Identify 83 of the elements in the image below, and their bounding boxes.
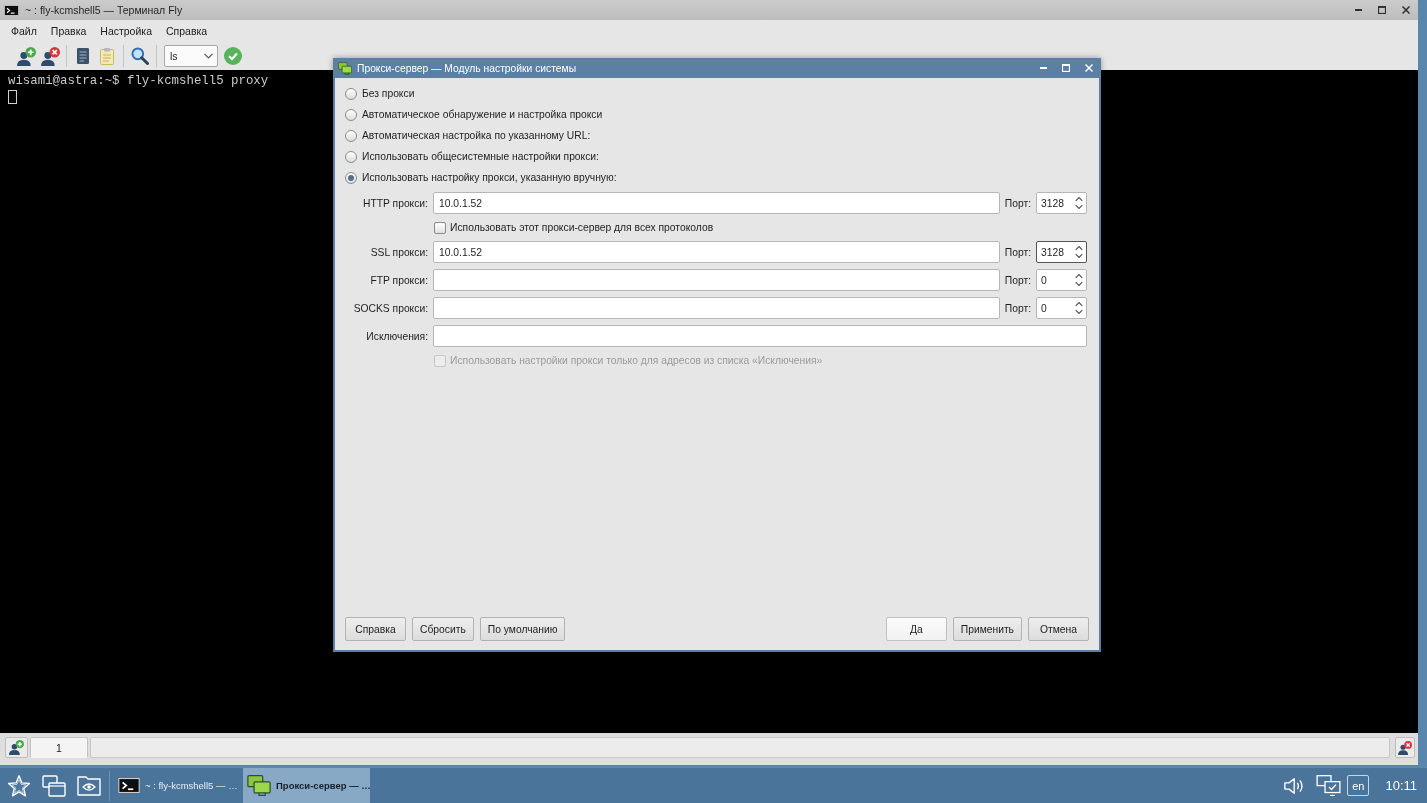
close-tab-button[interactable]: [1395, 737, 1415, 758]
radio-button[interactable]: [345, 129, 357, 142]
menu-item[interactable]: Настройка: [93, 22, 159, 40]
radio-button[interactable]: [345, 150, 357, 163]
proxy-address-field[interactable]: 10.0.1.52: [433, 192, 1000, 214]
person-remove-icon: [1398, 740, 1412, 755]
checkbox-label[interactable]: Использовать этот прокси-сервер для всех протоколов: [450, 222, 714, 233]
monitors-icon: [247, 775, 271, 796]
port-spinbox[interactable]: 0: [1036, 297, 1087, 319]
port-label: Порт:: [1004, 302, 1031, 314]
person-plus-icon: [9, 740, 24, 755]
dialog-button[interactable]: Справка: [345, 617, 406, 641]
taskbar-task[interactable]: Прокси-сервер — …: [243, 768, 370, 803]
new-session-button[interactable]: [15, 44, 37, 68]
spin-arrows-icon: [1075, 274, 1083, 286]
dialog-button[interactable]: Да: [885, 617, 947, 641]
port-label: Порт:: [1004, 197, 1031, 209]
close-session-button[interactable]: [39, 44, 61, 68]
port-spinbox[interactable]: 3128: [1036, 192, 1087, 214]
field-label: HTTP прокси:: [363, 197, 428, 209]
menu-item[interactable]: Правка: [43, 22, 94, 40]
cursor-icon: [8, 90, 17, 104]
dialog-button[interactable]: Отмена: [1028, 617, 1089, 641]
menu-item[interactable]: Файл: [4, 22, 44, 40]
person-remove-icon: [40, 46, 60, 66]
minimize-icon: [1354, 9, 1362, 11]
confirm-icon: [224, 47, 242, 65]
taskbar-task[interactable]: ~ : fly-kcmshell5 — …: [114, 768, 241, 803]
dialog-title: Прокси-сервер — Модуль настройки системы: [357, 62, 578, 74]
field-label: Исключения:: [366, 330, 428, 342]
search-icon: [131, 47, 149, 65]
radio-label[interactable]: Без прокси: [362, 88, 415, 99]
port-spinbox[interactable]: 3128: [1036, 241, 1087, 263]
spin-arrows-icon: [1075, 246, 1083, 258]
spin-arrows-icon: [1075, 302, 1083, 314]
radio-button[interactable]: [345, 87, 357, 100]
radio-label[interactable]: Автоматическая настройка по указанному URL:: [362, 130, 591, 141]
terminal-line: wisami@astra:~$ fly-kcmshell5 proxy: [8, 74, 269, 89]
port-spinbox[interactable]: 0: [1036, 269, 1087, 291]
minimize-icon: [1039, 67, 1047, 69]
port-label: Порт:: [1004, 274, 1031, 286]
windows-icon: [42, 774, 66, 797]
field-label: FTP прокси:: [370, 274, 428, 286]
monitors-icon: [338, 61, 352, 75]
radio-button[interactable]: [345, 171, 357, 184]
field-label: SSL прокси:: [370, 246, 428, 258]
run-button[interactable]: [222, 44, 244, 68]
checkbox[interactable]: [434, 221, 446, 234]
person-plus-icon: [16, 46, 36, 66]
window-title: ~ : fly-kcmshell5 — Терминал Fly: [25, 4, 184, 16]
exceptions-field[interactable]: [433, 325, 1087, 347]
proxy-address-field[interactable]: [433, 269, 1000, 291]
terminal-icon: [118, 778, 140, 793]
radio-label[interactable]: Использовать общесистемные настройки прокси:: [362, 151, 599, 162]
dialog-button[interactable]: Применить: [952, 617, 1022, 641]
field-label: SOCKS прокси:: [353, 302, 428, 314]
radio-label[interactable]: Использовать настройку прокси, указанную вручную:: [362, 172, 617, 183]
chevron-down-icon: [204, 53, 213, 59]
maximize-icon: [1062, 64, 1070, 72]
speaker-icon: [1284, 777, 1305, 794]
dialog-button[interactable]: По умолчанию: [479, 617, 566, 641]
paste-icon: [100, 47, 114, 65]
menu-item[interactable]: Справка: [159, 22, 215, 40]
new-tab-button[interactable]: [5, 737, 28, 758]
clock: 10:11: [1385, 778, 1417, 793]
radio-button[interactable]: [345, 108, 357, 121]
proxy-address-field[interactable]: 10.0.1.52: [433, 241, 1000, 263]
language-indicator[interactable]: en: [1347, 775, 1370, 796]
command-combo[interactable]: ls: [164, 45, 218, 67]
spin-arrows-icon: [1075, 197, 1083, 209]
port-label: Порт:: [1004, 246, 1031, 258]
copy-icon: [77, 48, 89, 64]
close-icon: [1085, 64, 1093, 72]
star-icon: [8, 774, 30, 797]
radio-label[interactable]: Автоматическое обнаружение и настройка прокси: [362, 109, 603, 120]
proxy-address-field[interactable]: [433, 297, 1000, 319]
terminal-icon: [4, 4, 19, 16]
session-tab[interactable]: 1: [30, 737, 88, 758]
maximize-icon: [1378, 6, 1386, 14]
close-icon: [1402, 6, 1410, 14]
folder-eye-icon: [77, 775, 101, 796]
network-icon: [1315, 775, 1341, 796]
dialog-button[interactable]: Сбросить: [412, 617, 474, 641]
